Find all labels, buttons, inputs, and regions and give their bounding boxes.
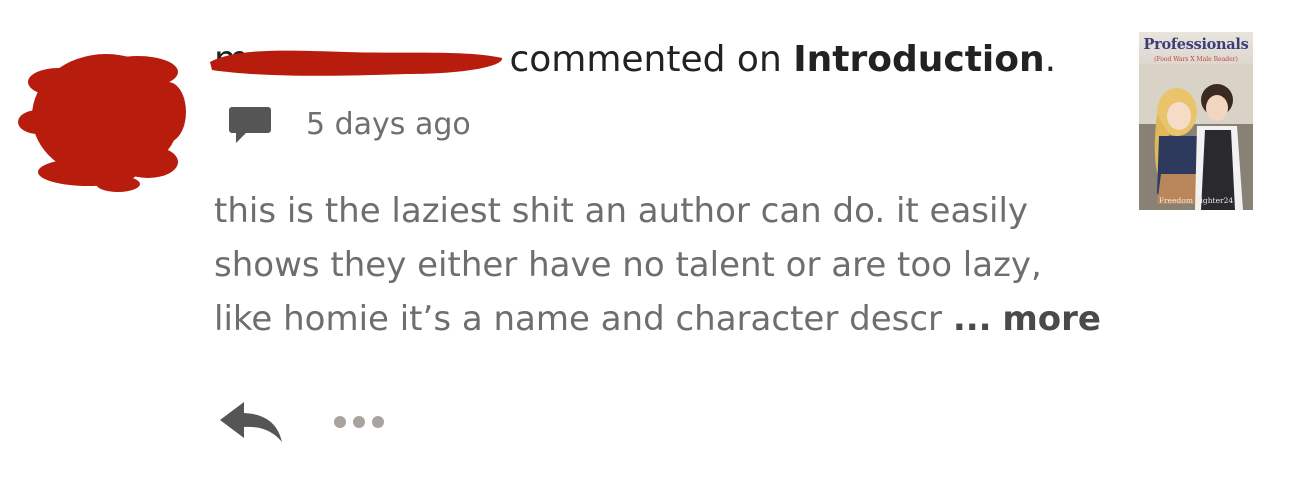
truncation-ellipsis: ...	[952, 299, 992, 339]
cover-subtitle: (Food Wars X Male Reader)	[1154, 56, 1238, 63]
time-ago: 5 days ago	[306, 107, 471, 142]
headline-period: .	[1044, 39, 1057, 80]
notification-content: m commented on Introduction. 5 days ago …	[210, 36, 1114, 346]
story-title-link[interactable]: Introduction	[793, 39, 1044, 80]
more-link[interactable]: more	[1002, 299, 1101, 339]
cover-title: Professionals	[1143, 36, 1249, 53]
action-text: commented on	[509, 39, 782, 80]
comment-actions	[218, 398, 390, 446]
more-options-icon[interactable]	[330, 412, 390, 432]
user-avatar[interactable]	[18, 42, 188, 194]
comment-text[interactable]: this is the laziest shit an author can d…	[214, 184, 1114, 346]
comment-line: shows they either have no talent or are …	[214, 245, 1042, 285]
story-cover-thumbnail[interactable]: Professionals (Food Wars X Male Reader) …	[1139, 32, 1253, 210]
comment-bubble-icon	[229, 107, 271, 143]
reply-arrow-icon[interactable]	[218, 398, 284, 446]
comment-line: this is the laziest shit an author can d…	[214, 191, 1029, 231]
comment-meta: 5 days ago	[228, 104, 1114, 146]
comment-line-last: like homie it’s a name and character des…	[214, 292, 1114, 346]
comment-notification: m commented on Introduction. 5 days ago …	[0, 0, 1289, 482]
notification-headline: m commented on Introduction.	[210, 36, 1114, 84]
avatar-redaction	[18, 54, 186, 192]
username-redaction	[210, 50, 503, 76]
cover-author: Freedom Fighter24	[1158, 196, 1234, 205]
comment-line-text: like homie it’s a name and character des…	[214, 299, 942, 339]
cover-artwork-image	[1139, 64, 1253, 210]
